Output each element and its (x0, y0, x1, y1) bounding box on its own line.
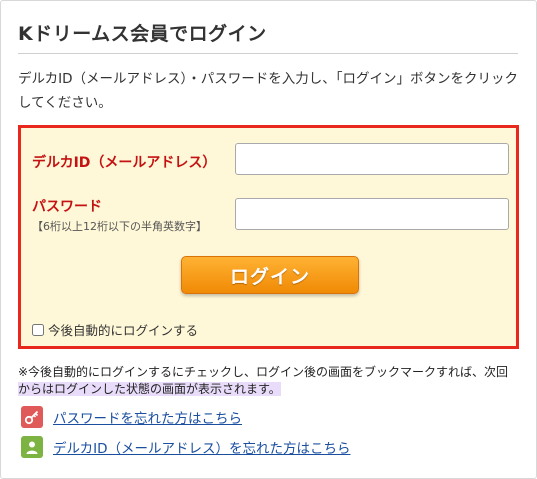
login-panel: Kドリームス会員でログイン デルカID（メールアドレス）・パスワードを入力し、「… (0, 0, 537, 479)
user-icon (21, 436, 43, 458)
password-label: パスワード (32, 199, 102, 215)
id-field[interactable] (235, 143, 509, 175)
auto-login-note: ※今後自動的にログインするにチェックし、ログイン後の画面をブックマークすれば、次… (18, 364, 518, 398)
login-button[interactable]: ログイン (181, 256, 359, 294)
auto-login-checkbox[interactable] (32, 323, 44, 336)
page-title: Kドリームス会員でログイン (18, 23, 267, 45)
key-icon (21, 406, 43, 428)
forgot-id-row: デルカID（メールアドレス）を忘れた方はこちら (21, 436, 350, 458)
title-divider (18, 53, 518, 54)
auto-login-label: 今後自動的にログインする (48, 323, 199, 338)
auto-login-option[interactable]: 今後自動的にログインする (32, 320, 198, 339)
login-form: デルカID（メールアドレス） パスワード 【6桁以上12桁以下の半角英数字】 ロ… (18, 125, 519, 349)
password-field[interactable] (235, 198, 509, 230)
forgot-id-link[interactable]: デルカID（メールアドレス）を忘れた方はこちら (53, 437, 350, 457)
note-line-2: からはログインした状態の画面が表示されます。 (18, 382, 281, 396)
id-label: デルカID（メールアドレス） (32, 155, 217, 171)
forgot-password-row: パスワードを忘れた方はこちら (21, 406, 242, 428)
password-hint: 【6桁以上12桁以下の半角英数字】 (32, 220, 207, 233)
forgot-password-link[interactable]: パスワードを忘れた方はこちら (53, 407, 242, 427)
note-line-1: ※今後自動的にログインするにチェックし、ログイン後の画面をブックマークすれば、次… (18, 365, 509, 379)
intro-text: デルカID（メールアドレス）・パスワードを入力し、「ログイン」ボタンをクリックし… (18, 71, 518, 111)
